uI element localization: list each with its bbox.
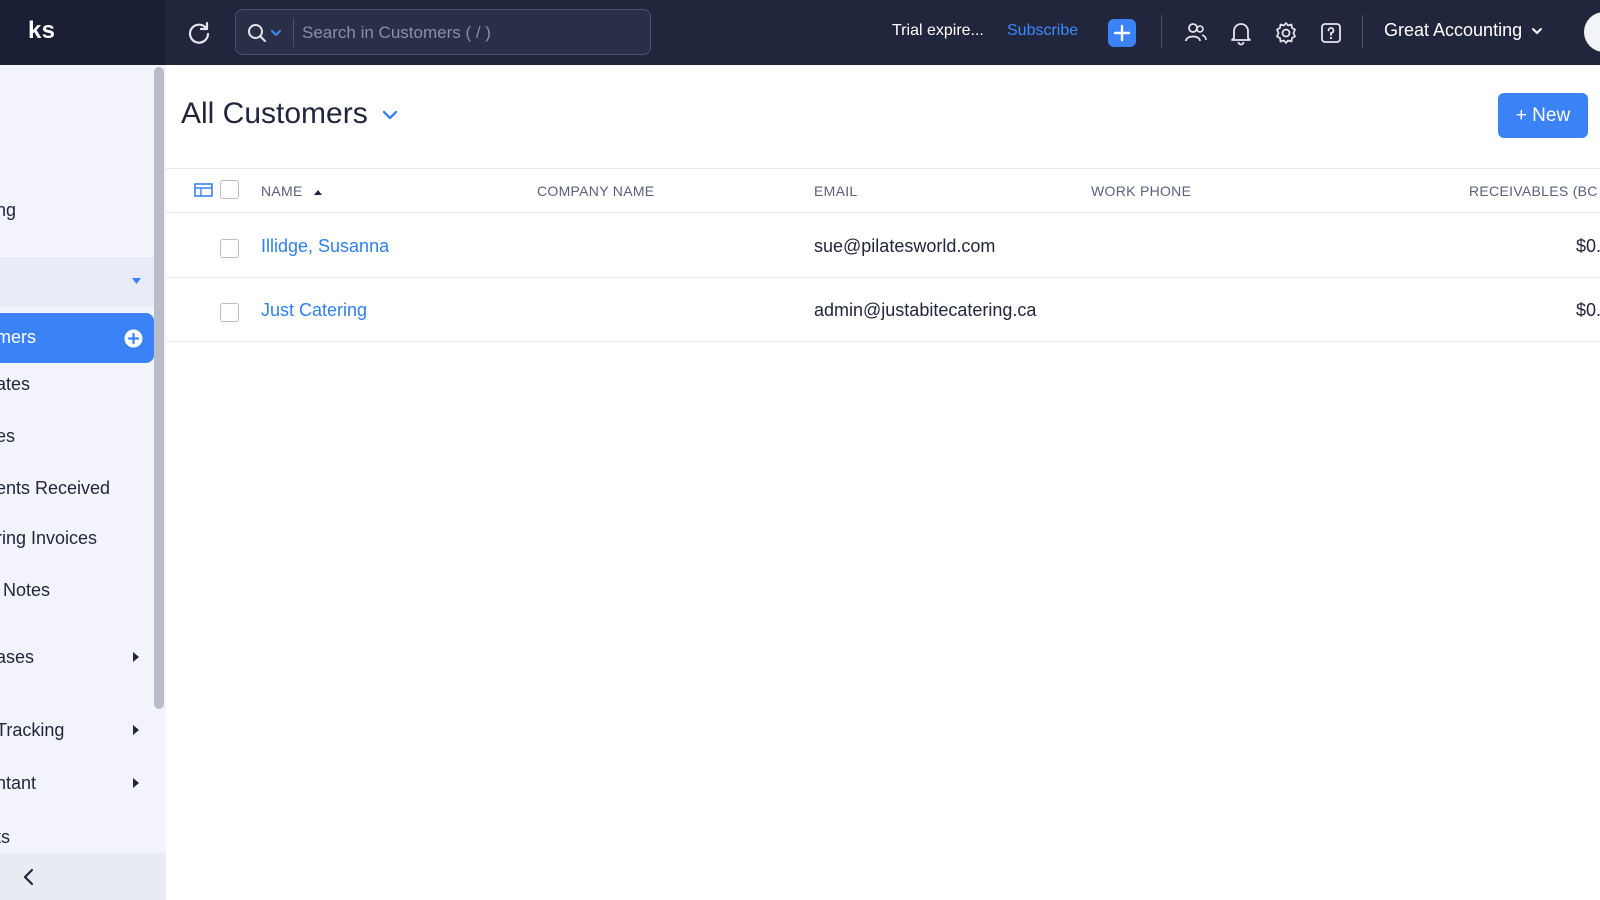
plus-icon (1113, 24, 1131, 42)
trial-status-text: Trial expire... (892, 22, 984, 39)
search-box[interactable] (235, 9, 651, 55)
bell-icon[interactable] (1228, 20, 1254, 46)
sidebar-item-banking[interactable]: ng (0, 200, 16, 221)
organization-switcher[interactable]: Great Accounting (1384, 20, 1543, 41)
sidebar-item-accountant[interactable]: ntant (0, 773, 36, 794)
table-header: NAME COMPANY NAME EMAIL WORK PHONE RECEI… (166, 168, 1600, 213)
brand-logo-text: ks (28, 17, 56, 44)
row-checkbox[interactable] (220, 239, 239, 258)
table-row[interactable]: Just Catering admin@justabitecatering.ca… (166, 278, 1600, 342)
search-input[interactable] (302, 19, 632, 47)
chevron-down-icon (1532, 28, 1543, 35)
row-checkbox[interactable] (220, 303, 239, 322)
refresh-icon[interactable] (186, 20, 212, 46)
view-selector[interactable]: All Customers (181, 97, 398, 131)
users-icon[interactable] (1183, 20, 1209, 46)
customer-name-link[interactable]: Just Catering (261, 300, 367, 321)
main-content: All Customers + New NAME COMPANY NAME EM… (166, 65, 1600, 900)
chevron-left-icon (23, 868, 34, 886)
organization-name: Great Accounting (1384, 20, 1523, 40)
page-title: All Customers (181, 97, 368, 130)
sidebar-item-estimates[interactable]: ates (0, 374, 30, 395)
subscribe-link[interactable]: Subscribe (1007, 22, 1078, 40)
caret-right-icon (133, 725, 139, 735)
column-header-work-phone[interactable]: WORK PHONE (1091, 183, 1191, 199)
receivables-cell: $0. (1576, 300, 1600, 320)
chevron-down-icon[interactable] (270, 28, 282, 38)
sidebar-item-sales[interactable] (0, 257, 154, 307)
new-customer-button[interactable]: + New (1498, 93, 1588, 138)
select-all-checkbox[interactable] (220, 180, 239, 199)
divider (1161, 15, 1162, 48)
avatar[interactable] (1584, 12, 1600, 52)
sidebar-item-recurring-invoices[interactable]: ring Invoices (0, 528, 97, 549)
collapse-sidebar-button[interactable] (0, 853, 166, 900)
gear-icon[interactable] (1273, 20, 1299, 46)
sidebar-scrollbar[interactable] (154, 67, 164, 709)
column-header-company-name[interactable]: COMPANY NAME (537, 183, 654, 199)
column-header-label: NAME (261, 183, 303, 199)
search-icon[interactable] (246, 22, 268, 44)
brand-area[interactable]: ks (0, 0, 166, 65)
sidebar-item-label: mers (0, 327, 36, 347)
sidebar-item-reports[interactable]: ts (0, 827, 10, 848)
column-header-email[interactable]: EMAIL (814, 183, 858, 199)
email-cell: admin@justabitecatering.ca (814, 300, 1037, 320)
caret-right-icon (133, 778, 139, 788)
chevron-down-icon (382, 110, 398, 120)
add-circle-icon[interactable] (124, 329, 143, 348)
search-divider (293, 18, 294, 47)
divider (1362, 15, 1363, 48)
caret-down-icon (132, 278, 141, 284)
sidebar-item-invoices[interactable]: es (0, 426, 15, 447)
column-header-receivables[interactable]: RECEIVABLES (BC (1469, 183, 1598, 199)
help-icon[interactable] (1318, 20, 1344, 46)
quick-create-button[interactable] (1108, 19, 1136, 47)
sidebar: ng mers ates es ents Received ring Invoi… (0, 65, 166, 900)
email-cell: sue@pilatesworld.com (814, 236, 996, 256)
sidebar-item-purchases[interactable]: ases (0, 647, 34, 668)
caret-right-icon (133, 652, 139, 662)
top-bar: ks Trial expire... Subscribe (0, 0, 1600, 65)
sort-ascending-icon (313, 190, 322, 195)
sidebar-item-time-tracking[interactable]: Tracking (0, 720, 64, 741)
sidebar-item-payments-received[interactable]: ents Received (0, 478, 110, 499)
column-settings-icon[interactable] (194, 181, 214, 199)
receivables-cell: $0. (1576, 236, 1600, 256)
column-header-name[interactable]: NAME (261, 183, 323, 199)
sidebar-item-customers[interactable]: mers (0, 313, 154, 363)
customer-name-link[interactable]: Illidge, Susanna (261, 236, 389, 257)
table-row[interactable]: Illidge, Susanna sue@pilatesworld.com $0… (166, 214, 1600, 278)
sidebar-item-credit-notes[interactable]: Notes (0, 580, 50, 601)
